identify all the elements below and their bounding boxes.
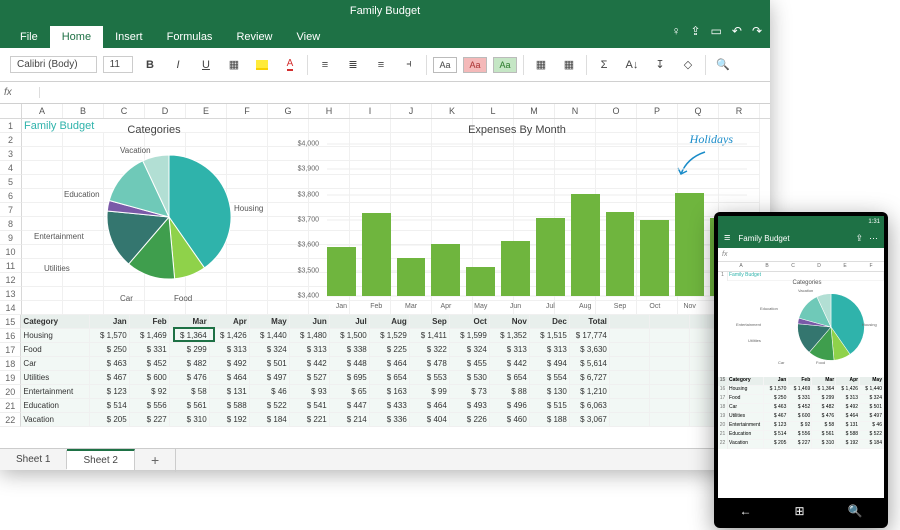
select-all-corner[interactable] xyxy=(0,104,22,118)
col-header[interactable]: J xyxy=(391,104,432,118)
insert-cells-button[interactable]: ▦ xyxy=(530,55,552,75)
sort-asc-button[interactable]: A↓ xyxy=(621,55,643,75)
cell-style-normal[interactable]: Aa xyxy=(433,57,457,73)
col-header[interactable]: D xyxy=(145,104,186,118)
cell-style-good[interactable]: Aa xyxy=(493,57,517,73)
col-header[interactable]: A xyxy=(22,104,63,118)
col-header[interactable]: G xyxy=(268,104,309,118)
tab-formulas[interactable]: Formulas xyxy=(155,26,225,48)
col-header[interactable]: F xyxy=(227,104,268,118)
fill-color-button[interactable] xyxy=(251,55,273,75)
phone-statusbar: 1:31 xyxy=(718,216,884,228)
col-header[interactable]: Q xyxy=(678,104,719,118)
col-header[interactable]: E xyxy=(186,104,227,118)
col-header[interactable]: C xyxy=(104,104,145,118)
ribbon: Calibri (Body) 11 B I U ▦ A ≡ ≣ ≡ ⫞ Aa A… xyxy=(0,48,770,82)
sort-desc-button[interactable]: ↧ xyxy=(649,55,671,75)
cell-style-bad[interactable]: Aa xyxy=(463,57,487,73)
titlebar: Family Budget xyxy=(0,0,770,22)
valign-button[interactable]: ⫞ xyxy=(398,55,420,75)
phone-back-button[interactable]: ← xyxy=(739,504,751,518)
phone-device: 1:31 ≡ Family Budget ⇪ ⋯ fx ABCDEF 1Fami… xyxy=(714,212,888,528)
phone-title: Family Budget xyxy=(738,234,789,243)
titlebar-actions: ♀ ⇪ ▭ ↶ ↷ xyxy=(671,24,762,38)
autosum-button[interactable]: Σ xyxy=(593,55,615,75)
font-size-select[interactable]: 11 xyxy=(103,56,133,73)
align-left-button[interactable]: ≡ xyxy=(314,55,336,75)
font-name-select[interactable]: Calibri (Body) xyxy=(10,56,97,73)
share-icon[interactable]: ⇪ xyxy=(690,24,700,38)
sheet-tab-1[interactable]: Sheet 1 xyxy=(0,450,67,469)
tab-insert[interactable]: Insert xyxy=(103,26,155,48)
align-center-button[interactable]: ≣ xyxy=(342,55,364,75)
phone-pie-chart: Categories VacationEducationEntertainmen… xyxy=(734,280,880,370)
border-button[interactable]: ▦ xyxy=(223,55,245,75)
formula-bar: fx xyxy=(0,82,770,104)
phone-formula-bar[interactable]: fx xyxy=(718,248,884,262)
excel-window: Family Budget File Home Insert Formulas … xyxy=(0,0,770,470)
lightbulb-icon[interactable]: ♀ xyxy=(671,24,680,38)
bold-button[interactable]: B xyxy=(139,55,161,75)
font-color-button[interactable]: A xyxy=(279,55,301,75)
col-header[interactable]: B xyxy=(63,104,104,118)
tab-review[interactable]: Review xyxy=(224,26,284,48)
tab-file[interactable]: File xyxy=(8,26,50,48)
grid[interactable]: ABCDEFGHIJKLMNOPQR 1Family Budget2345678… xyxy=(0,104,770,448)
col-header[interactable]: K xyxy=(432,104,473,118)
tab-home[interactable]: Home xyxy=(50,26,103,48)
phone-header: ≡ Family Budget ⇪ ⋯ xyxy=(718,228,884,248)
col-header[interactable]: M xyxy=(514,104,555,118)
sheet-tabs: Sheet 1 Sheet 2 + xyxy=(0,448,770,470)
col-header[interactable]: P xyxy=(637,104,678,118)
phone-nav: ← ⊞ 🔍 xyxy=(718,498,884,524)
phone-more-icon[interactable]: ⋯ xyxy=(869,233,878,244)
phone-share-icon[interactable]: ⇪ xyxy=(855,233,863,244)
delete-cells-button[interactable]: ▦ xyxy=(558,55,580,75)
fx-label: fx xyxy=(0,87,40,98)
app-title: Family Budget xyxy=(350,5,420,17)
add-sheet-button[interactable]: + xyxy=(135,448,176,472)
align-right-button[interactable]: ≡ xyxy=(370,55,392,75)
col-header[interactable]: R xyxy=(719,104,760,118)
italic-button[interactable]: I xyxy=(167,55,189,75)
col-header[interactable]: I xyxy=(350,104,391,118)
underline-button[interactable]: U xyxy=(195,55,217,75)
tab-view[interactable]: View xyxy=(285,26,333,48)
undo-icon[interactable]: ↶ xyxy=(732,24,742,38)
ribbon-tabs: File Home Insert Formulas Review View ♀ … xyxy=(0,22,770,48)
read-icon[interactable]: ▭ xyxy=(711,24,722,38)
col-header[interactable]: O xyxy=(596,104,637,118)
column-headers: ABCDEFGHIJKLMNOPQR xyxy=(0,104,770,119)
find-button[interactable]: 🔍 xyxy=(712,55,734,75)
hamburger-icon[interactable]: ≡ xyxy=(724,232,730,244)
col-header[interactable]: N xyxy=(555,104,596,118)
phone-grid[interactable]: ABCDEF 1Family Budget Categories Vacatio… xyxy=(718,262,884,498)
col-header[interactable]: L xyxy=(473,104,514,118)
redo-icon[interactable]: ↷ xyxy=(752,24,762,38)
phone-home-button[interactable]: ⊞ xyxy=(794,504,804,518)
sheet-tab-2[interactable]: Sheet 2 xyxy=(67,449,134,470)
phone-search-button[interactable]: 🔍 xyxy=(848,504,863,518)
formula-input[interactable] xyxy=(40,87,770,98)
col-header[interactable]: H xyxy=(309,104,350,118)
clear-button[interactable]: ◇ xyxy=(677,55,699,75)
